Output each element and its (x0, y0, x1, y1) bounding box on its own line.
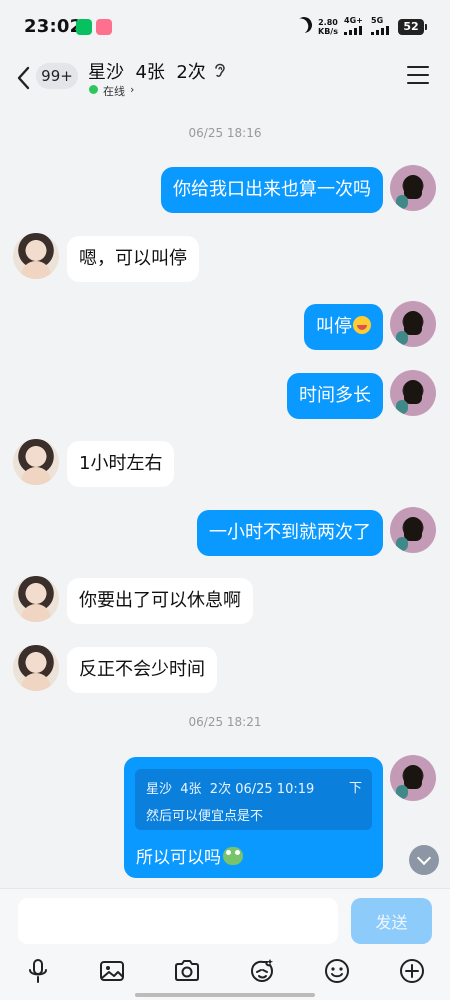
status-bar: 23:02 2.80 KB/s 4G+ 5G 52 (0, 0, 450, 56)
sim1-label: 4G+ (344, 16, 363, 25)
timestamp: 06/25 18:21 (188, 715, 262, 729)
reply-text: 所以可以吗 (136, 848, 221, 868)
message-input[interactable] (18, 898, 338, 944)
home-indicator[interactable] (135, 993, 315, 997)
my-avatar[interactable] (390, 507, 436, 553)
message-bubble-sent[interactable]: 叫停 (304, 304, 383, 350)
quoted-message-meta: 星沙 4张 2次 06/25 10:19 (146, 782, 315, 797)
grinning-emoji-icon (353, 316, 371, 334)
input-area: 发送 (0, 888, 450, 1000)
timestamp: 06/25 18:16 (188, 126, 262, 140)
reply-text-row: 所以可以吗 (136, 843, 243, 868)
my-avatar[interactable] (390, 755, 436, 801)
do-not-disturb-icon (294, 15, 315, 36)
network-speed-value: 2.80 (318, 18, 338, 27)
back-icon[interactable] (14, 65, 34, 91)
quoted-message-text: 然后可以便宜点是不 (146, 809, 264, 824)
app-notification-icon (96, 19, 112, 35)
message-bubble-received[interactable]: 反正不会少时间 (67, 647, 217, 693)
send-button[interactable]: 发送 (351, 898, 432, 944)
online-dot-icon (89, 85, 98, 94)
message-bubble-received[interactable]: 嗯，可以叫停 (67, 236, 199, 282)
online-status-text: 在线 (103, 85, 125, 98)
contact-avatar[interactable] (13, 645, 59, 691)
emoji-icon[interactable] (323, 957, 351, 985)
message-bubble-sent[interactable]: 时间多长 (287, 373, 383, 419)
menu-icon[interactable] (407, 66, 429, 84)
sticker-icon[interactable] (248, 957, 276, 985)
battery-icon: 52 (398, 19, 427, 35)
contact-avatar[interactable] (13, 439, 59, 485)
signal-icon (344, 26, 366, 35)
my-avatar[interactable] (390, 301, 436, 347)
message-bubble-received[interactable]: 1小时左右 (67, 441, 175, 487)
chat-header: 99+ 星沙 4张 2次 在线 › (0, 56, 450, 102)
ear-icon (215, 63, 225, 77)
network-speed-unit: KB/s (318, 27, 338, 36)
sim2-label: 5G (371, 16, 384, 25)
message-bubble-received[interactable]: 你要出了可以休息啊 (67, 578, 253, 624)
contact-avatar[interactable] (13, 233, 59, 279)
frog-emoji-icon (223, 847, 243, 865)
scroll-to-bottom-button[interactable] (409, 845, 439, 875)
signal2-icon (371, 26, 393, 35)
plus-icon[interactable] (398, 957, 426, 985)
contact-avatar[interactable] (13, 576, 59, 622)
message-text: 叫停 (316, 316, 352, 337)
message-bubble-sent[interactable]: 你给我口出来也算一次吗 (161, 167, 383, 213)
unread-count-badge[interactable]: 99+ (36, 63, 78, 89)
image-icon[interactable] (98, 957, 126, 985)
status-time: 23:02 (24, 16, 83, 37)
quoted-message[interactable]: 星沙 4张 2次 06/25 10:19 下 然后可以便宜点是不 (135, 769, 372, 830)
wechat-notification-icon (76, 19, 92, 35)
message-bubble-sent[interactable]: 一小时不到就两次了 (197, 510, 383, 556)
chevron-right-icon: › (130, 83, 135, 96)
chat-title[interactable]: 星沙 4张 2次 (88, 58, 206, 84)
camera-icon[interactable] (173, 957, 201, 985)
quote-expand-icon[interactable]: 下 (349, 777, 362, 796)
quoted-reply-bubble[interactable]: 星沙 4张 2次 06/25 10:19 下 然后可以便宜点是不 所以可以吗 (124, 757, 383, 878)
network-speed: 2.80 KB/s (318, 18, 338, 36)
my-avatar[interactable] (390, 165, 436, 211)
microphone-icon[interactable] (24, 957, 52, 985)
my-avatar[interactable] (390, 370, 436, 416)
